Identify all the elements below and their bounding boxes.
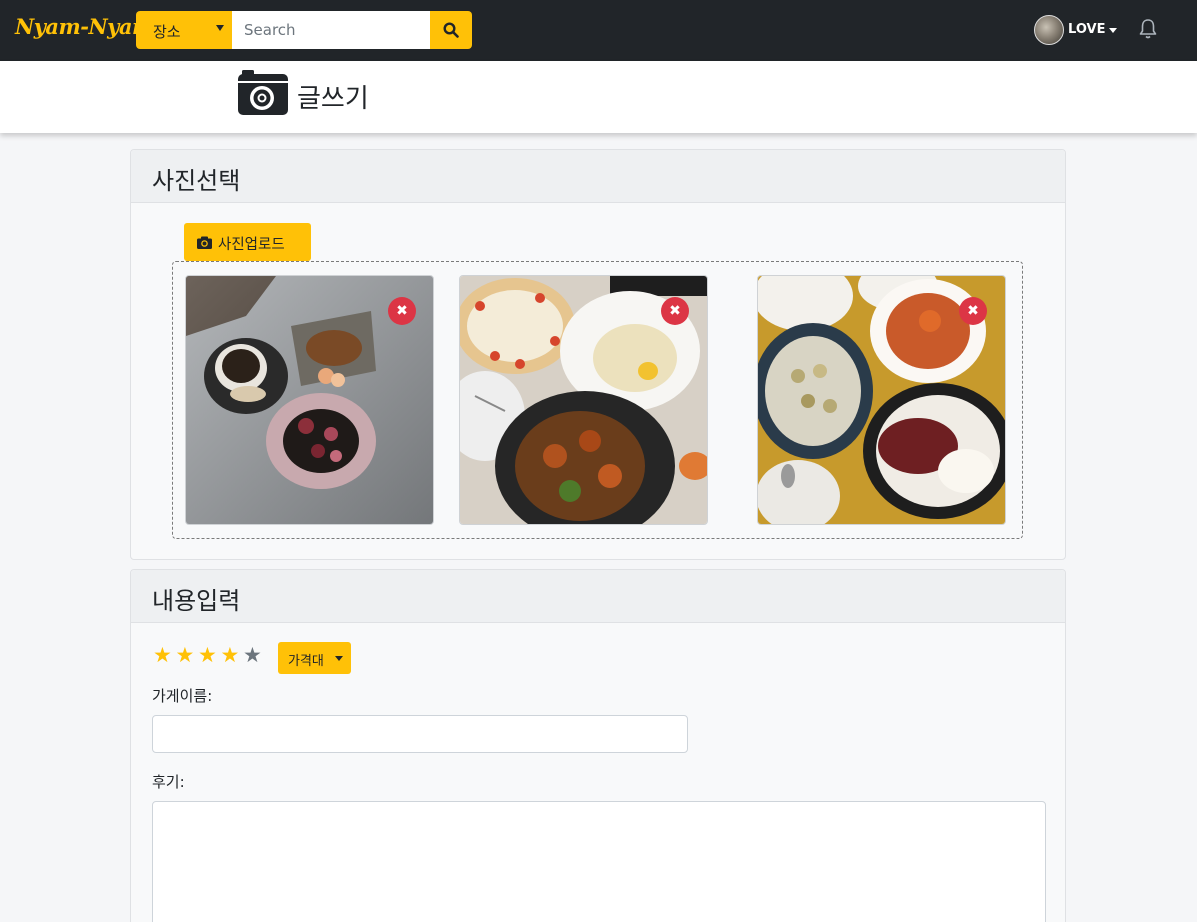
remove-photo-button[interactable]: ✖ [661, 297, 689, 325]
caret-down-icon [335, 656, 343, 661]
caret-down-icon [1109, 28, 1117, 33]
user-name[interactable]: LOVE [1068, 22, 1105, 37]
top-navbar: Nyam-Nyam 장소 LOVE [0, 0, 1197, 61]
price-range-label: 가격대 [288, 654, 324, 669]
upload-photo-label: 사진업로드 [218, 237, 285, 253]
photo-thumbnail[interactable]: ✖ [757, 275, 1006, 525]
photo-select-card: 사진선택 사진업로드 ✖ ✖ ✖ [130, 149, 1066, 560]
photo-thumbnail[interactable]: ✖ [185, 275, 434, 525]
store-name-label: 가게이름: [152, 687, 213, 705]
star-icon[interactable]: ★ [243, 644, 262, 666]
remove-photo-button[interactable]: ✖ [959, 297, 987, 325]
remove-photo-button[interactable]: ✖ [388, 297, 416, 325]
review-textarea[interactable] [152, 801, 1046, 922]
store-name-input[interactable] [152, 715, 688, 753]
star-icon[interactable]: ★ [153, 644, 172, 666]
card-header: 내용입력 [131, 570, 1065, 623]
card-header: 사진선택 [131, 150, 1065, 203]
upload-photo-button[interactable]: 사진업로드 [184, 223, 311, 261]
search-input[interactable] [232, 11, 430, 49]
camera-icon [238, 70, 288, 115]
star-icon[interactable]: ★ [198, 644, 217, 666]
caret-down-icon [216, 25, 224, 31]
page-title: 글쓰기 [297, 84, 369, 114]
star-icon[interactable]: ★ [176, 644, 195, 666]
card-title: 내용입력 [152, 587, 241, 615]
search-button[interactable] [430, 11, 472, 49]
search-icon [443, 22, 459, 38]
camera-icon [197, 236, 212, 249]
card-title: 사진선택 [152, 167, 241, 195]
bell-icon[interactable] [1138, 18, 1158, 40]
photo-dropzone[interactable]: ✖ ✖ ✖ [172, 261, 1023, 539]
price-range-dropdown[interactable]: 가격대 [278, 642, 351, 674]
review-label: 후기: [152, 773, 185, 791]
avatar[interactable] [1034, 15, 1064, 45]
location-select[interactable]: 장소 [136, 11, 232, 49]
page-header: 글쓰기 [0, 61, 1197, 133]
content-input-card: 내용입력 ★ ★ ★ ★ ★ 가격대 가게이름: 후기: [130, 569, 1066, 922]
photo-thumbnail[interactable]: ✖ [459, 275, 708, 525]
star-icon[interactable]: ★ [221, 644, 240, 666]
brand-logo[interactable]: Nyam-Nyam [15, 14, 154, 39]
location-select-label: 장소 [153, 23, 181, 41]
